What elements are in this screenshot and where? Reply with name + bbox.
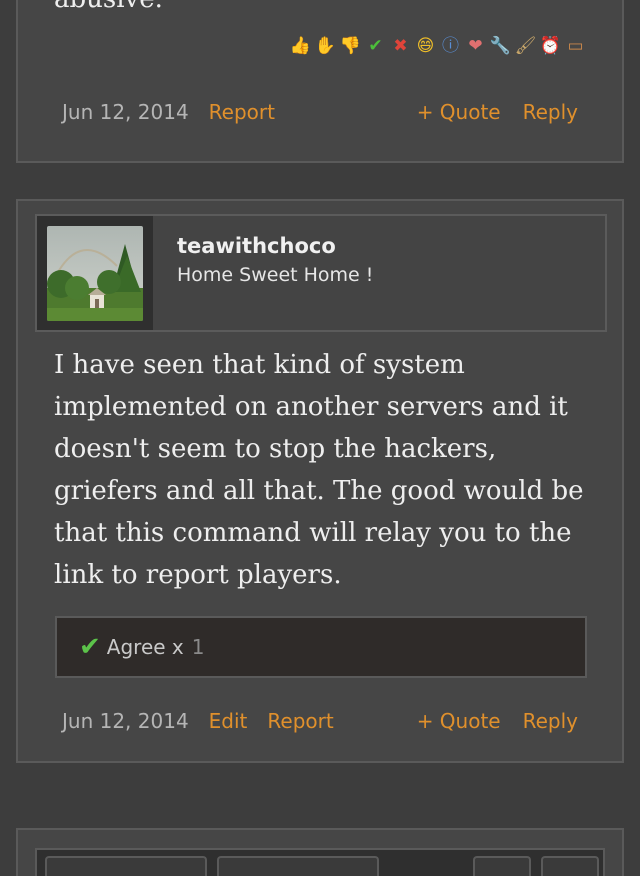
editor-button[interactable]	[45, 856, 207, 876]
editor-toolbar	[35, 848, 605, 876]
editor-button[interactable]	[541, 856, 599, 876]
brush-icon[interactable]: 🖌	[515, 36, 537, 57]
post-meta: Jun 12, 2014 Edit Report + Quote Reply	[62, 709, 578, 733]
avatar-image	[47, 226, 143, 321]
post-date: Jun 12, 2014	[62, 100, 189, 124]
editor-button[interactable]	[473, 856, 531, 876]
user-card: teawithchoco Home Sweet Home !	[35, 214, 607, 332]
quote-link[interactable]: + Quote	[417, 709, 501, 733]
quote-link[interactable]: + Quote	[417, 100, 501, 124]
post-meta: Jun 12, 2014 Report + Quote Reply	[62, 100, 578, 124]
info-icon[interactable]: ⓘ	[440, 36, 461, 57]
username[interactable]: teawithchoco	[177, 234, 336, 258]
check-icon: ✔	[79, 632, 101, 662]
avatar[interactable]	[47, 226, 143, 321]
reply-link[interactable]: Reply	[523, 709, 578, 733]
wrench-icon[interactable]: 🔧	[490, 36, 511, 57]
post-body: I have seen that kind of system implemen…	[54, 350, 584, 590]
reaction-bar: 👍 ✋ 👎 ✔ ✖ 😄 ⓘ ❤ 🔧 🖌 ⏰ ▭	[290, 36, 586, 57]
report-link[interactable]: Report	[209, 100, 275, 124]
check-icon[interactable]: ✔	[365, 36, 386, 57]
hand-wave-icon[interactable]: ✋	[315, 36, 336, 57]
reply-link[interactable]: Reply	[523, 100, 578, 124]
thumbs-down-icon[interactable]: 👎	[340, 36, 361, 57]
report-link[interactable]: Report	[267, 709, 333, 733]
post: teawithchoco Home Sweet Home ! I have se…	[16, 199, 624, 763]
user-title: Home Sweet Home !	[177, 264, 374, 286]
likes-label[interactable]: Agree x	[107, 635, 184, 659]
laugh-icon[interactable]: 😄	[415, 36, 436, 57]
box-icon[interactable]: ▭	[565, 36, 586, 57]
editor-button[interactable]	[217, 856, 379, 876]
likes-count: 1	[191, 635, 205, 659]
likes-summary: ✔ Agree x 1	[55, 616, 587, 678]
previous-post: abusive. 👍✋👎✔✖😄ⓘ❤🔧🖌⏰▭ Jun 12, 2014 Repor…	[16, 0, 624, 163]
alarm-clock-icon[interactable]: ⏰	[540, 36, 561, 57]
reply-editor-panel	[16, 828, 624, 876]
post-body-tail: abusive.	[54, 0, 163, 14]
avatar-frame	[37, 216, 153, 330]
thumbs-up-icon[interactable]: 👍	[290, 36, 311, 57]
post-date: Jun 12, 2014	[62, 709, 189, 733]
cross-icon[interactable]: ✖	[390, 36, 411, 57]
heart-icon[interactable]: ❤	[465, 36, 486, 57]
edit-link[interactable]: Edit	[209, 709, 248, 733]
